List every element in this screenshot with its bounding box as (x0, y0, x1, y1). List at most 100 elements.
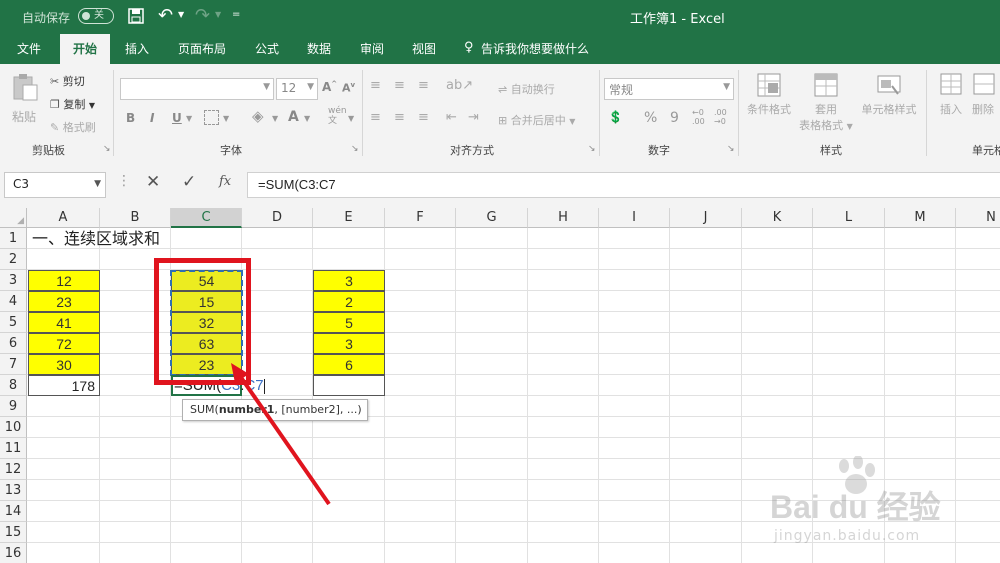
percent-button[interactable]: % (644, 110, 657, 126)
name-box-value: C3 (13, 177, 30, 191)
bold-button[interactable]: B (126, 111, 135, 125)
currency-icon[interactable]: 💲 (608, 110, 623, 124)
chevron-down-icon: ▼ (307, 82, 314, 92)
brush-icon: ✎ (50, 121, 60, 134)
font-color-dropdown-icon[interactable]: ▼ (304, 114, 310, 123)
delete-cells-icon (973, 73, 995, 95)
font-size-value: 12 (281, 81, 297, 95)
align-top-icon[interactable]: ≡ (370, 78, 381, 93)
wrap-text-button[interactable]: ⇌ 自动换行 (498, 81, 555, 97)
number-launcher-icon[interactable]: ↘ (727, 144, 735, 154)
font-size-dropdown[interactable]: 12 ▼ (276, 78, 318, 100)
paste-button[interactable]: 粘贴 (8, 72, 42, 132)
undo-dropdown-icon[interactable]: ▼ (178, 10, 184, 19)
merge-center-button[interactable]: ⊞ 合并后居中 ▼ (498, 112, 575, 128)
save-icon[interactable] (128, 8, 144, 24)
merge-icon: ⊞ (498, 114, 508, 127)
formula-input[interactable]: =SUM(C3:C7 (247, 172, 1000, 198)
table-format-icon (814, 73, 838, 97)
insert-cells-icon (940, 73, 962, 95)
cells-group-label: 单元格 (972, 144, 1000, 157)
format-as-table-label-2: 表格格式 ▼ (799, 119, 853, 132)
title-bar: 自动保存 关 ↶ ▼ ↷ ▼ = 工作簿1 - Excel (0, 0, 1000, 34)
align-bottom-icon[interactable]: ≡ (418, 78, 429, 93)
font-color-button[interactable]: A (288, 109, 299, 125)
tab-view[interactable]: 视图 (412, 34, 436, 64)
copy-icon: ❐ (50, 98, 60, 111)
insert-function-icon[interactable]: fx (219, 174, 231, 189)
font-name-dropdown[interactable]: ▼ (120, 78, 274, 100)
increase-indent-icon[interactable]: ⇥ (468, 110, 479, 125)
format-painter-button[interactable]: ✎ 格式刷 (50, 119, 96, 135)
decrease-decimal-icon[interactable]: .00 →0 (714, 108, 727, 126)
align-middle-icon[interactable]: ≡ (394, 78, 405, 93)
worksheet-grid[interactable]: ◢ A B C D E F G H I J K L M N 1 2 3 4 5 … (0, 208, 1000, 563)
cancel-icon[interactable]: ✕ (146, 172, 160, 192)
enter-icon[interactable]: ✓ (182, 172, 196, 192)
align-center-icon[interactable]: ≡ (394, 110, 405, 125)
undo-icon[interactable]: ↶ (158, 5, 173, 26)
phonetic-dropdown-icon[interactable]: ▼ (348, 114, 354, 123)
tab-page-layout[interactable]: 页面布局 (178, 34, 226, 64)
formula-text: =SUM(C3:C7 (258, 177, 336, 192)
font-group-label: 字体 (220, 144, 242, 157)
cell-styles-icon (877, 75, 901, 95)
delete-cells-button[interactable]: 删除 (972, 72, 1000, 132)
underline-dropdown-icon[interactable]: ▼ (186, 114, 192, 123)
font-launcher-icon[interactable]: ↘ (351, 144, 359, 154)
cut-button[interactable]: ✂ 剪切 (50, 73, 85, 89)
tab-file[interactable]: 文件 (17, 34, 41, 64)
align-left-icon[interactable]: ≡ (370, 110, 381, 125)
clipboard-launcher-icon[interactable]: ↘ (103, 144, 111, 154)
insert-cells-label: 插入 (940, 103, 962, 116)
alignment-group-label: 对齐方式 (450, 144, 494, 157)
chevron-down-icon: ▼ (723, 82, 730, 92)
cell-styles-button[interactable]: 单元格样式 (858, 72, 920, 132)
conditional-format-icon (757, 73, 781, 97)
watermark-brand: Bai du 经验 (770, 489, 941, 525)
formula-bar-grip-icon: ⋮ (117, 173, 131, 189)
number-format-dropdown[interactable]: 常规 ▼ (604, 78, 734, 100)
number-group-label: 数字 (648, 144, 670, 157)
name-box[interactable]: C3 ▼ (4, 172, 106, 198)
autosave-toggle[interactable]: 关 (78, 8, 114, 24)
format-as-table-button[interactable]: 套用 表格格式 ▼ (796, 72, 856, 142)
paste-label: 粘贴 (12, 110, 37, 124)
ribbon-tabs: 文件 开始 插入 页面布局 公式 数据 审阅 视图 ♀ 告诉我你想要做什么 (0, 34, 1000, 64)
increase-font-icon[interactable]: A^ (322, 80, 337, 94)
italic-button[interactable]: I (150, 111, 154, 125)
redo-dropdown-icon[interactable]: ▼ (215, 10, 221, 19)
tell-me-box[interactable]: 告诉我你想要做什么 (481, 34, 589, 64)
comma-button[interactable]: 9 (670, 110, 679, 126)
ribbon: 粘贴 ✂ 剪切 ❐ 复制 ▼ ✎ 格式刷 剪贴板 ↘ ▼ 12 ▼ A^ Av B… (0, 64, 1000, 161)
decrease-indent-icon[interactable]: ⇤ (446, 110, 457, 125)
redo-icon[interactable]: ↷ (195, 5, 210, 26)
copy-button[interactable]: ❐ 复制 ▼ (50, 96, 95, 112)
decrease-font-icon[interactable]: Av (342, 81, 355, 95)
border-dropdown-icon[interactable]: ▼ (223, 114, 229, 123)
fill-color-icon[interactable]: ◈ (252, 107, 264, 125)
tab-review[interactable]: 审阅 (360, 34, 384, 64)
insert-cells-button[interactable]: 插入 (934, 72, 968, 132)
align-right-icon[interactable]: ≡ (418, 110, 429, 125)
chevron-down-icon: ▼ (263, 82, 270, 92)
phonetic-icon[interactable]: wén 文 (328, 106, 347, 126)
border-icon[interactable] (204, 110, 219, 125)
watermark: Bai du 经验 jingyan.baidu.com (770, 456, 990, 556)
fill-dropdown-icon[interactable]: ▼ (272, 114, 278, 123)
cell-styles-label: 单元格样式 (861, 103, 917, 116)
tab-insert[interactable]: 插入 (125, 34, 149, 64)
tab-home[interactable]: 开始 (60, 34, 110, 64)
conditional-format-button[interactable]: 条件格式 (744, 72, 794, 132)
tab-formulas[interactable]: 公式 (255, 34, 279, 64)
format-as-table-label-1: 套用 (815, 103, 837, 116)
increase-decimal-icon[interactable]: ←0.00 (692, 108, 705, 126)
orientation-icon[interactable]: ab↗ (446, 78, 473, 93)
qat-customize-icon[interactable]: = (232, 9, 240, 20)
scissors-icon: ✂ (50, 75, 60, 88)
alignment-launcher-icon[interactable]: ↘ (588, 144, 596, 154)
styles-group-label: 样式 (820, 144, 842, 157)
underline-button[interactable]: U (172, 111, 182, 125)
tab-data[interactable]: 数据 (307, 34, 331, 64)
chevron-down-icon: ▼ (94, 179, 101, 189)
